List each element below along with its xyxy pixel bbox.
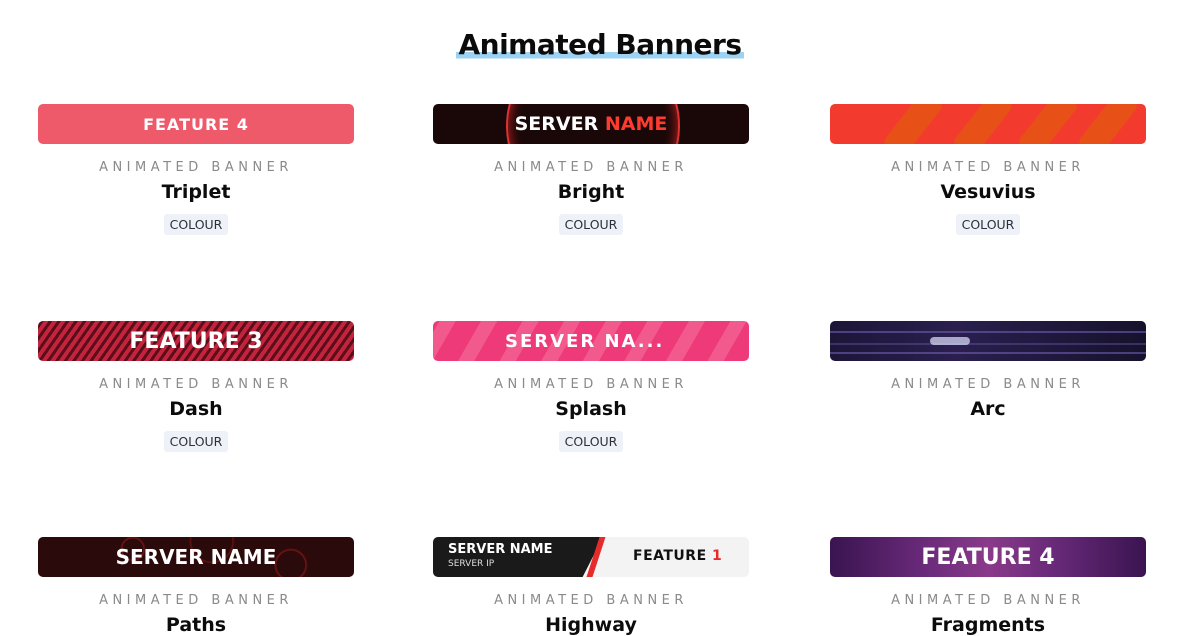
card-subtitle: ANIMATED BANNER: [99, 593, 293, 608]
banner-card-splash[interactable]: SERVER NA... ANIMATED BANNER Splash COLO…: [433, 321, 749, 452]
card-subtitle: ANIMATED BANNER: [494, 377, 688, 392]
colour-tag[interactable]: COLOUR: [955, 214, 1021, 235]
banner-preview[interactable]: SERVER NAME: [433, 104, 749, 144]
highway-left-panel: SERVER NAME SERVER IP: [433, 537, 603, 577]
banner-card-fragments[interactable]: FEATURE 4 ANIMATED BANNER Fragments: [830, 537, 1146, 636]
card-name[interactable]: Fragments: [830, 614, 1146, 636]
flame-streak: [881, 104, 945, 144]
card-subtitle: ANIMATED BANNER: [99, 377, 293, 392]
banner-preview[interactable]: [830, 104, 1146, 144]
banner-card-dash[interactable]: FEATURE 3 ANIMATED BANNER Dash COLOUR: [38, 321, 354, 452]
card-name[interactable]: Triplet: [38, 181, 354, 203]
banner-text: SERVER NAME: [515, 113, 668, 135]
card-subtitle: ANIMATED BANNER: [891, 160, 1085, 175]
flame-streak: [1076, 104, 1140, 144]
banner-text: SERVER NAME: [448, 542, 553, 557]
banner-text-accent: NAME: [604, 113, 668, 135]
card-subtitle: ANIMATED BANNER: [891, 377, 1085, 392]
banner-text: FEATURE 4: [921, 544, 1055, 570]
banner-preview[interactable]: [830, 321, 1146, 361]
banner-preview[interactable]: FEATURE 4: [38, 104, 354, 144]
banner-card-triplet[interactable]: FEATURE 4 ANIMATED BANNER Triplet COLOUR: [38, 104, 354, 235]
banner-right-text: FEATURE 1: [633, 548, 722, 564]
banner-text: SERVER NAME: [115, 545, 277, 569]
banner-text: FEATURE 4: [143, 114, 249, 134]
banner-preview[interactable]: SERVER NAME: [38, 537, 354, 577]
banner-card-arc[interactable]: ANIMATED BANNER Arc: [830, 321, 1146, 420]
card-subtitle: ANIMATED BANNER: [99, 160, 293, 175]
glitch-line: [830, 331, 1146, 333]
card-name[interactable]: Dash: [38, 398, 354, 420]
flame-streak: [1016, 104, 1080, 144]
banner-text: FEATURE 3: [129, 328, 263, 354]
banner-preview[interactable]: SERVER NA...: [433, 321, 749, 361]
banner-card-bright[interactable]: SERVER NAME ANIMATED BANNER Bright COLOU…: [433, 104, 749, 235]
banner-subtext: SERVER IP: [448, 559, 495, 569]
card-name[interactable]: Bright: [433, 181, 749, 203]
flame-streak: [951, 104, 1015, 144]
banner-preview[interactable]: SERVER NAME SERVER IP FEATURE 1: [433, 537, 749, 577]
colour-tag[interactable]: COLOUR: [163, 214, 229, 235]
card-name[interactable]: Splash: [433, 398, 749, 420]
colour-tag[interactable]: COLOUR: [163, 431, 229, 452]
banner-right-number: 1: [712, 548, 723, 564]
card-subtitle: ANIMATED BANNER: [891, 593, 1085, 608]
banner-preview[interactable]: FEATURE 3: [38, 321, 354, 361]
card-name[interactable]: Vesuvius: [830, 181, 1146, 203]
card-subtitle: ANIMATED BANNER: [494, 160, 688, 175]
card-name[interactable]: Highway: [433, 614, 749, 636]
light-flare: [930, 337, 970, 345]
card-name[interactable]: Paths: [38, 614, 354, 636]
colour-tag[interactable]: COLOUR: [558, 431, 624, 452]
glitch-line: [830, 352, 1146, 354]
banner-preview[interactable]: FEATURE 4: [830, 537, 1146, 577]
banner-card-paths[interactable]: SERVER NAME ANIMATED BANNER Paths: [38, 537, 354, 636]
banner-right-label: FEATURE: [633, 548, 707, 564]
colour-tag[interactable]: COLOUR: [558, 214, 624, 235]
banner-card-vesuvius[interactable]: ANIMATED BANNER Vesuvius COLOUR: [830, 104, 1146, 235]
glitch-line: [830, 343, 1146, 345]
banner-card-highway[interactable]: SERVER NAME SERVER IP FEATURE 1 ANIMATED…: [433, 537, 749, 636]
banner-text-main: SERVER: [514, 113, 599, 135]
card-subtitle: ANIMATED BANNER: [494, 593, 688, 608]
banner-grid: FEATURE 4 ANIMATED BANNER Triplet COLOUR…: [0, 0, 1200, 636]
card-name[interactable]: Arc: [830, 398, 1146, 420]
banner-text: SERVER NA...: [505, 330, 665, 352]
